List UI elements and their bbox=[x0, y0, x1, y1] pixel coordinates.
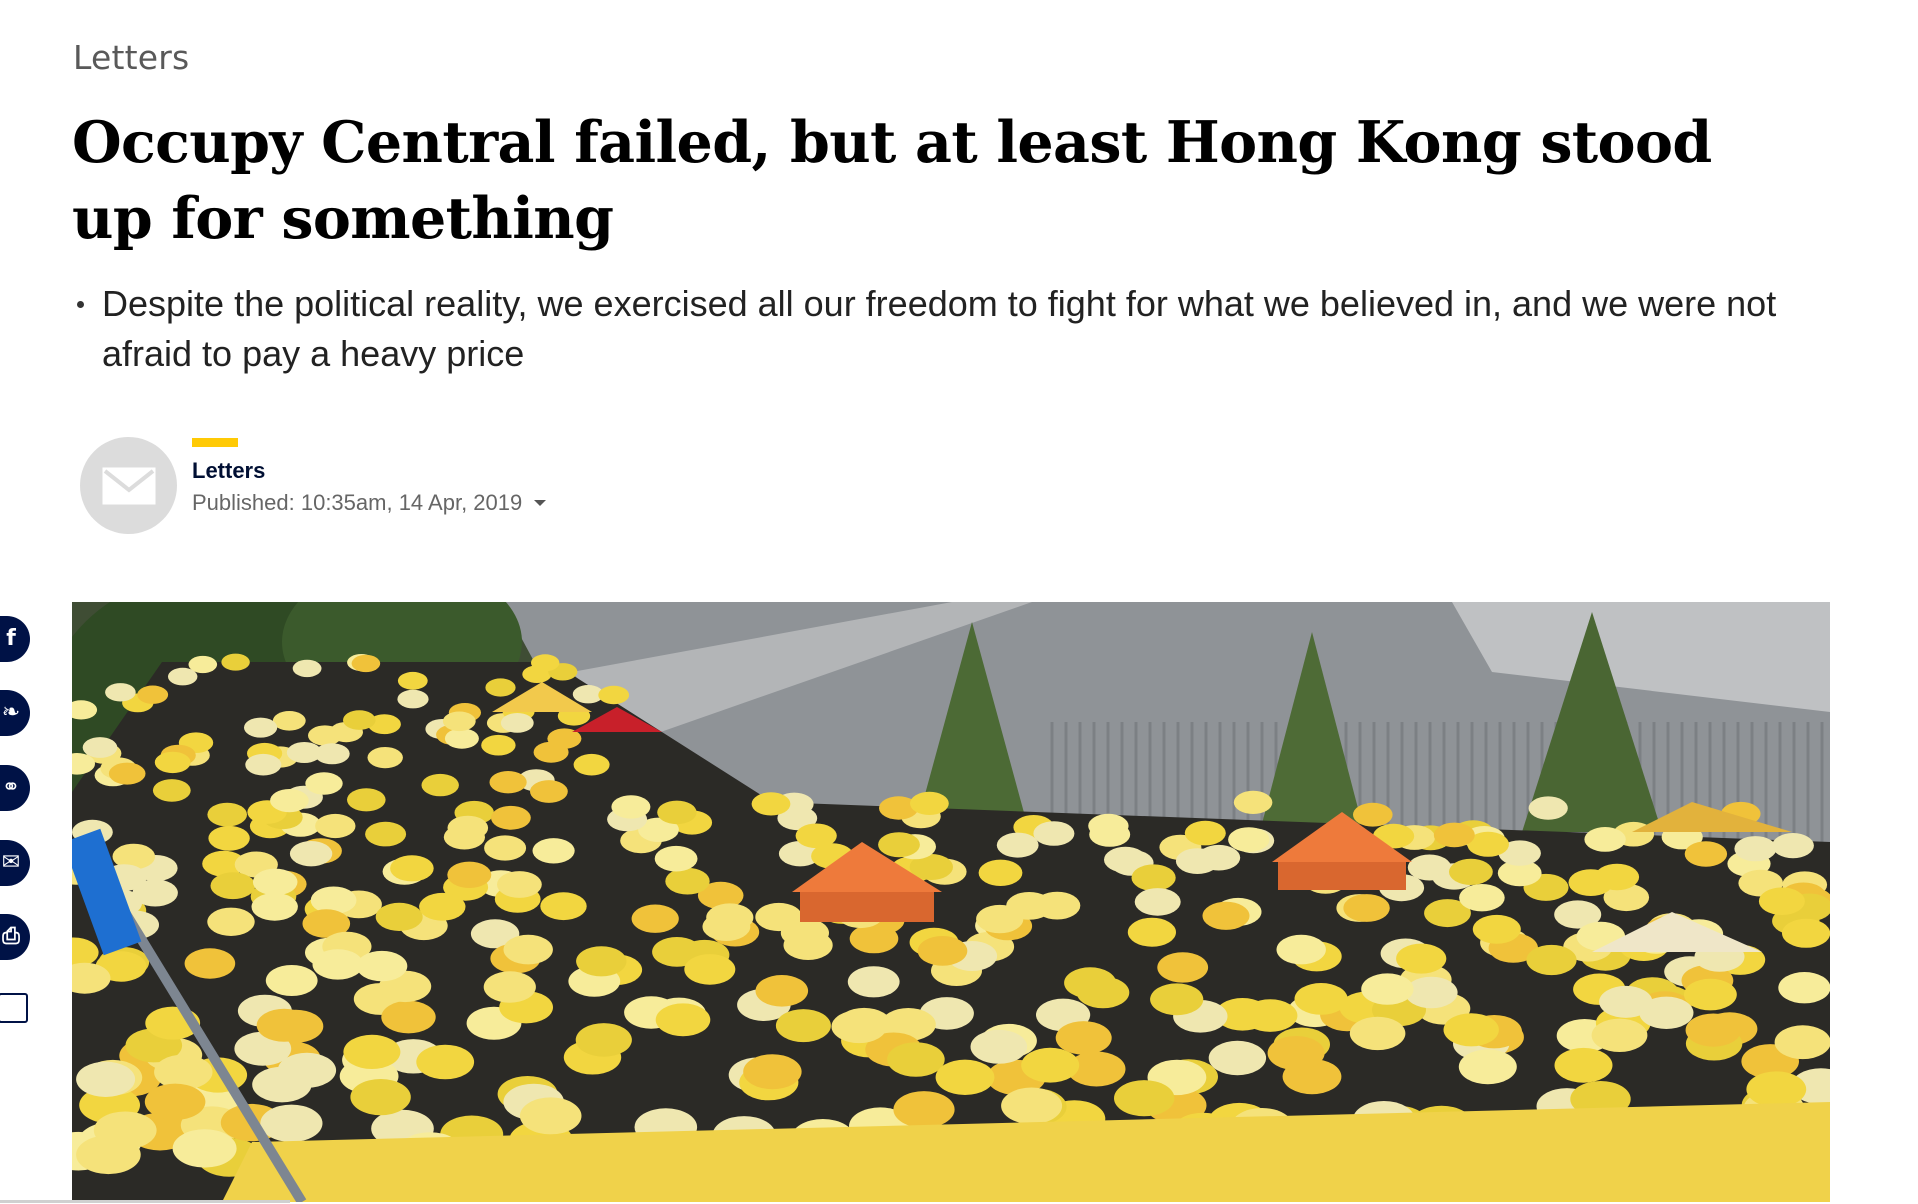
protest-photo bbox=[72, 602, 1830, 1202]
bookmark-icon[interactable] bbox=[0, 993, 28, 1023]
facebook-icon: f bbox=[6, 626, 16, 651]
share-email-button[interactable]: ✉ bbox=[0, 840, 30, 886]
article-headline: Occupy Central failed, but at least Hong… bbox=[72, 109, 1712, 252]
author-accent-bar bbox=[192, 438, 238, 447]
print-icon: ⎙ bbox=[2, 924, 20, 949]
share-facebook-button[interactable]: f bbox=[0, 616, 30, 662]
copy-link-button[interactable]: ⚭ bbox=[0, 765, 30, 811]
page-divider bbox=[0, 1200, 290, 1203]
hero-image bbox=[72, 602, 1830, 1202]
article-summary: Despite the political reality, we exerci… bbox=[72, 279, 1812, 379]
link-icon: ⚭ bbox=[1, 775, 21, 800]
chevron-down-icon[interactable] bbox=[534, 500, 547, 506]
twitter-icon: ❧ bbox=[1, 700, 21, 725]
author-avatar[interactable] bbox=[80, 437, 177, 534]
email-icon: ✉ bbox=[1, 850, 21, 875]
published-date[interactable]: Published: 10:35am, 14 Apr, 2019 bbox=[192, 490, 547, 516]
envelope-icon bbox=[102, 467, 155, 504]
print-button[interactable]: ⎙ bbox=[0, 914, 30, 960]
summary-item: Despite the political reality, we exerci… bbox=[72, 279, 1812, 379]
share-twitter-button[interactable]: ❧ bbox=[0, 690, 30, 736]
section-label[interactable]: Letters bbox=[73, 38, 189, 77]
author-name[interactable]: Letters bbox=[192, 458, 265, 484]
published-text: Published: 10:35am, 14 Apr, 2019 bbox=[192, 490, 523, 515]
